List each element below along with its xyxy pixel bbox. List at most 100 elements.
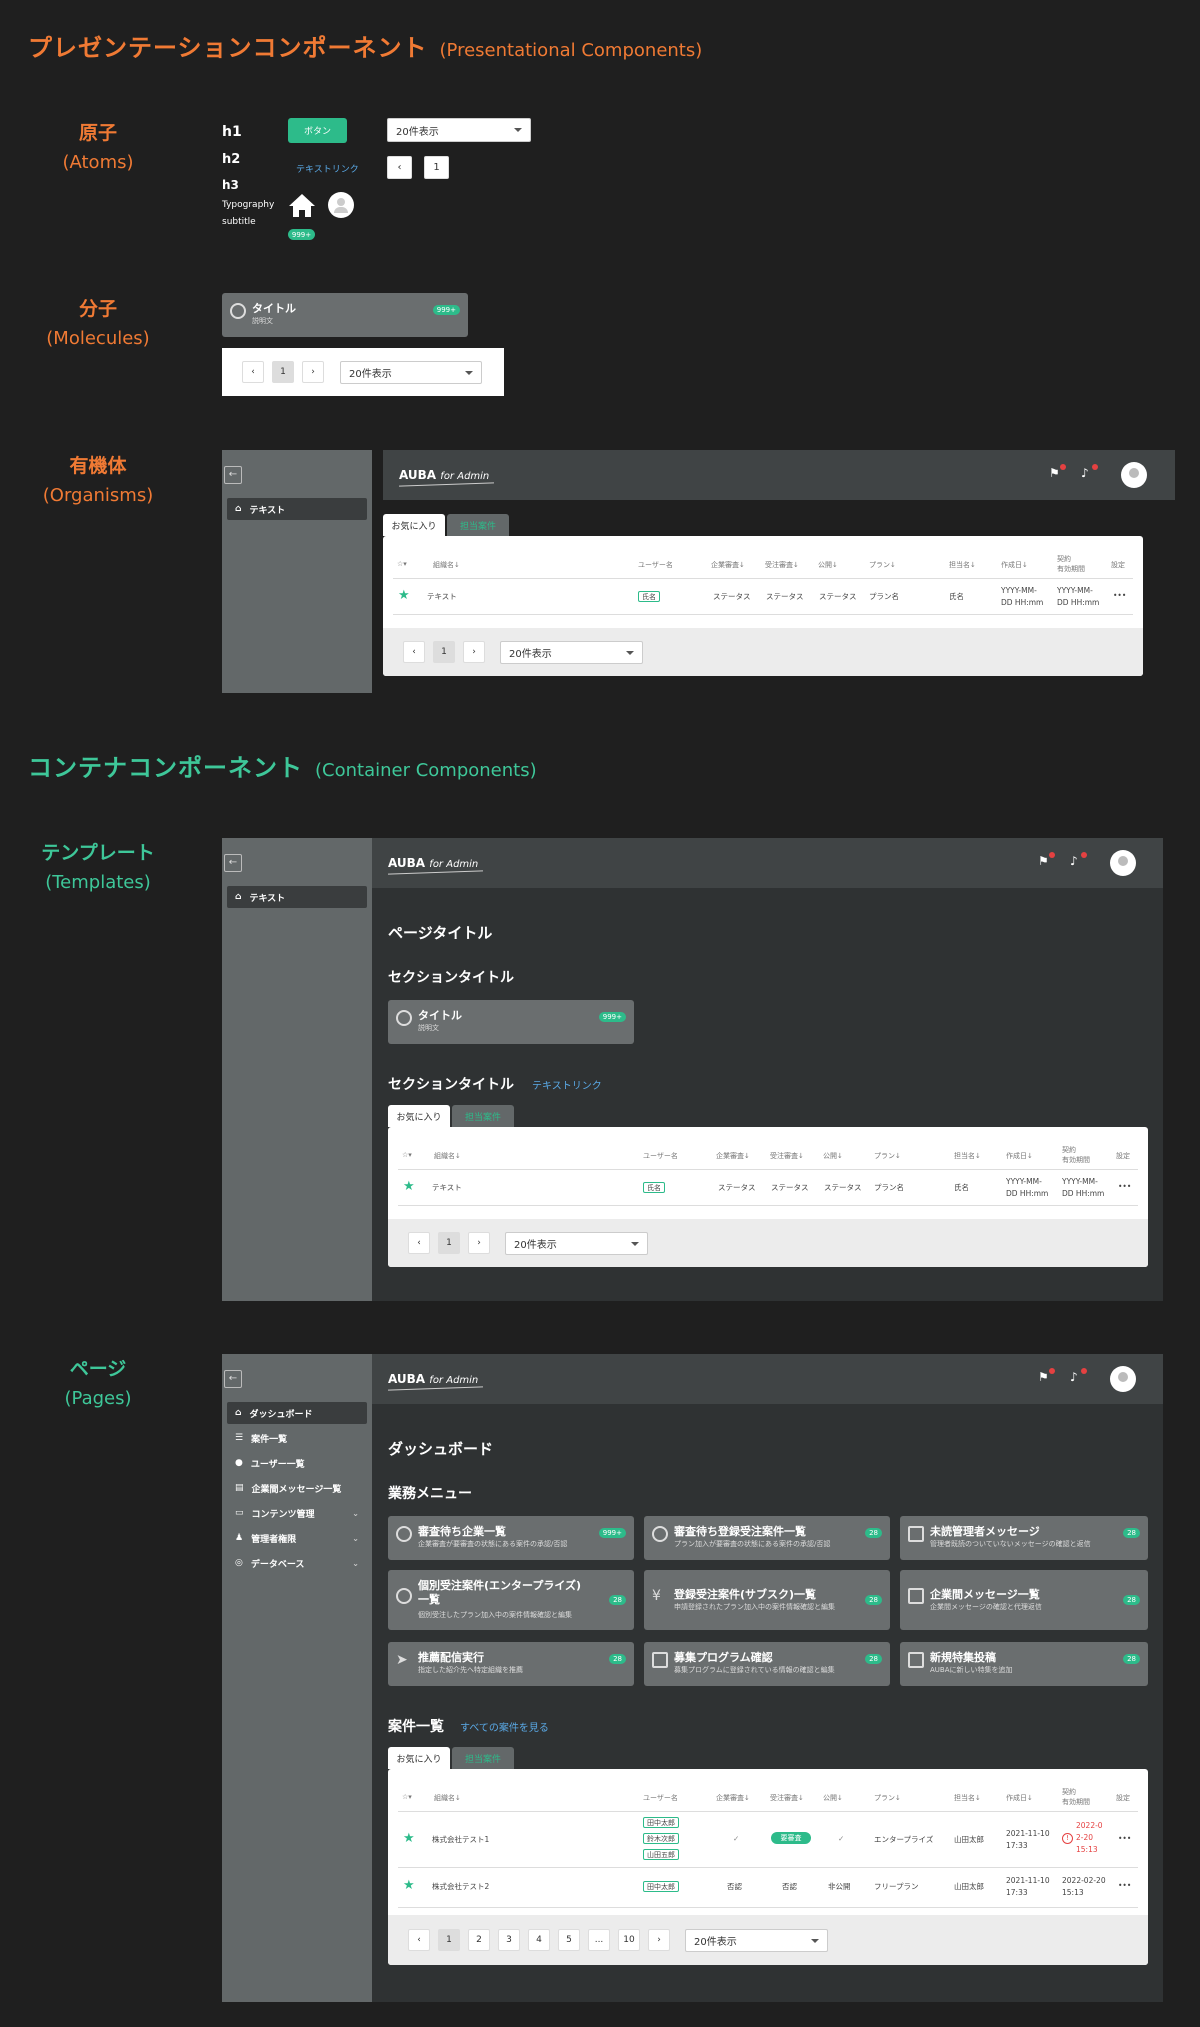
next-page-button[interactable]: ›	[463, 641, 485, 663]
favorite-star-icon[interactable]: ★	[403, 1878, 415, 1893]
message-icon[interactable]: ⚑	[1038, 852, 1055, 868]
menu-card[interactable]: 企業間メッセージ一覧 企業間メッセージの確認と代理返信 28	[900, 1570, 1148, 1630]
sidebar-item[interactable]: ⌂ テキスト	[227, 498, 367, 520]
more-icon[interactable]: •••	[1118, 1181, 1131, 1192]
tab-favorites[interactable]: お気に入り	[383, 514, 445, 536]
bell-icon[interactable]: ♪	[1070, 1368, 1087, 1384]
prev-page-button[interactable]: ‹	[408, 1929, 430, 1951]
primary-button[interactable]: ボタン	[288, 118, 347, 143]
next-page-button[interactable]: ›	[648, 1929, 670, 1951]
user-chip[interactable]: 山田五郎	[643, 1849, 679, 1860]
per-page-select[interactable]: 20件表示	[387, 118, 531, 142]
next-page-button[interactable]: ›	[468, 1232, 490, 1254]
collapse-icon[interactable]: ←	[224, 854, 242, 872]
org-link[interactable]: 株式会社テスト1	[432, 1834, 489, 1845]
page-button[interactable]: 3	[498, 1929, 520, 1951]
organisms-label: 有機体 (Organisms)	[42, 455, 154, 506]
sidebar-item-dashboard[interactable]: ⌂ ダッシュボード	[227, 1402, 367, 1424]
message-icon[interactable]: ⚑	[1038, 1368, 1055, 1384]
menu-card[interactable]: 新規特集投稿 AUBAに新しい特集を追加 28	[900, 1642, 1148, 1686]
user-avatar[interactable]	[1110, 850, 1136, 876]
menu-card[interactable]: タイトル 説明文 999+	[222, 293, 468, 337]
prev-page-button[interactable]: ‹	[242, 361, 264, 383]
per-page-select[interactable]: 20件表示	[340, 361, 482, 384]
user-chip[interactable]: 田中太郎	[643, 1817, 679, 1828]
menu-card[interactable]: ¥ 登録受注案件(サブスク)一覧 申請登録されたプラン加入中の案件情報確認と編集 28	[644, 1570, 890, 1630]
menu-card[interactable]: 個別受注案件(エンタープライズ) 一覧 個別受注したプラン加入中の案件情報確認と編集…	[388, 1570, 634, 1630]
favorite-star-icon[interactable]: ★	[403, 1179, 415, 1194]
case-table: ☆▾ 組織名↓ ユーザー名 企業審査↓ 受注審査↓ 公開↓ プラン↓ 担当名↓ …	[388, 1127, 1148, 1267]
page-button[interactable]: 1	[438, 1929, 460, 1951]
atoms-label: 原子 (Atoms)	[62, 122, 134, 173]
header: AUBA for Admin ⚑ ♪	[372, 838, 1163, 888]
view-all-link[interactable]: すべての案件を見る	[460, 1719, 549, 1734]
prev-page-button[interactable]: ‹	[387, 156, 412, 179]
tab-favorites[interactable]: お気に入り	[388, 1747, 450, 1769]
collapse-icon[interactable]: ←	[224, 1370, 242, 1388]
message-icon[interactable]: ⚑	[1049, 464, 1066, 480]
bell-icon[interactable]: ♪	[1070, 852, 1087, 868]
menu-card[interactable]: 未読管理者メッセージ 管理者既読のついていないメッセージの確認と返信 28	[900, 1516, 1148, 1560]
tab-assigned[interactable]: 担当案件	[452, 1105, 514, 1127]
page-button[interactable]: 10	[618, 1929, 640, 1951]
program-icon	[652, 1652, 668, 1668]
user-chip[interactable]: 鈴木次郎	[643, 1833, 679, 1844]
sidebar-item-admin[interactable]: ♟ 管理者権限 ⌄	[227, 1527, 367, 1549]
text-link[interactable]: テキストリンク	[532, 1077, 602, 1092]
more-icon[interactable]: •••	[1113, 590, 1126, 601]
user-chip[interactable]: 田中太郎	[643, 1881, 679, 1892]
more-icon[interactable]: •••	[1118, 1833, 1131, 1844]
sidebar-item[interactable]: ⌂ テキスト	[227, 886, 367, 908]
favorite-star-icon[interactable]: ★	[403, 1831, 415, 1846]
org-link[interactable]: 株式会社テスト2	[432, 1881, 489, 1892]
page-button[interactable]: 2	[468, 1929, 490, 1951]
favorite-star-icon[interactable]: ★	[398, 588, 410, 603]
more-icon[interactable]: •••	[1118, 1880, 1131, 1891]
page-button[interactable]: 1	[438, 1232, 460, 1254]
prev-page-button[interactable]: ‹	[408, 1232, 430, 1254]
sidebar-item-cases[interactable]: ☰ 案件一覧	[227, 1427, 367, 1449]
next-page-button[interactable]: ›	[302, 361, 324, 383]
review-badge[interactable]: 要審査	[771, 1832, 811, 1844]
org-link[interactable]: テキスト	[432, 1182, 462, 1193]
user-avatar[interactable]	[1110, 1366, 1136, 1392]
card-title: タイトル	[252, 302, 296, 315]
home-icon	[289, 194, 315, 217]
per-page-select[interactable]: 20件表示	[500, 641, 643, 664]
per-page-select[interactable]: 20件表示	[505, 1232, 648, 1255]
page-title: ページタイトル	[388, 924, 493, 942]
home-icon: ⌂	[235, 892, 242, 902]
menu-card[interactable]: ➤ 推薦配信実行 指定した紹介先へ特定組織を推薦 28	[388, 1642, 634, 1686]
sidebar-item-contents[interactable]: ▭ コンテンツ管理 ⌄	[227, 1502, 367, 1524]
user-chip[interactable]: 氏名	[638, 591, 660, 602]
menu-card[interactable]: 審査待ち企業一覧 企業審査が要審査の状態にある案件の承認/否認 999+	[388, 1516, 634, 1560]
logo: AUBA for Admin	[388, 856, 479, 870]
page-button[interactable]: 1	[272, 361, 294, 383]
prev-page-button[interactable]: ‹	[403, 641, 425, 663]
h2-sample: h2	[222, 152, 241, 167]
collapse-icon[interactable]: ←	[224, 466, 242, 484]
page-button[interactable]: 5	[558, 1929, 580, 1951]
tab-favorites[interactable]: お気に入り	[388, 1105, 450, 1127]
sidebar: ← ⌂ テキスト	[222, 450, 372, 693]
page-number-button[interactable]: 1	[424, 156, 449, 179]
user-avatar[interactable]	[1121, 462, 1147, 488]
tab-assigned[interactable]: 担当案件	[452, 1747, 514, 1769]
pages-label: ページ (Pages)	[64, 1358, 132, 1409]
bell-icon[interactable]: ♪	[1081, 464, 1098, 480]
sidebar-item-messages[interactable]: ▤ 企業間メッセージ一覧	[227, 1477, 367, 1499]
card-badge: 999+	[432, 305, 460, 315]
per-page-select[interactable]: 20件表示	[685, 1929, 828, 1952]
menu-card[interactable]: 審査待ち登録受注案件一覧 プラン加入が要審査の状態にある案件の承認/否認 28	[644, 1516, 890, 1560]
menu-card[interactable]: タイトル 説明文 999+	[388, 1000, 634, 1044]
sidebar-item-users[interactable]: ● ユーザー一覧	[227, 1452, 367, 1474]
page-button[interactable]: 1	[433, 641, 455, 663]
page-button[interactable]: 4	[528, 1929, 550, 1951]
menu-card[interactable]: 募集プログラム確認 募集プログラムに登録されている情報の確認と編集 28	[644, 1642, 890, 1686]
text-link[interactable]: テキストリンク	[296, 162, 359, 175]
sidebar-item-database[interactable]: ◎ データベース ⌄	[227, 1552, 367, 1574]
org-link[interactable]: テキスト	[427, 591, 457, 602]
sidebar: ← ⌂ ダッシュボード ☰ 案件一覧 ● ユーザー一覧 ▤ 企業間メッセージ一覧 ▭ コン…	[222, 1354, 372, 2002]
molecules-label: 分子 (Molecules)	[46, 298, 150, 349]
tab-assigned[interactable]: 担当案件	[447, 514, 509, 536]
